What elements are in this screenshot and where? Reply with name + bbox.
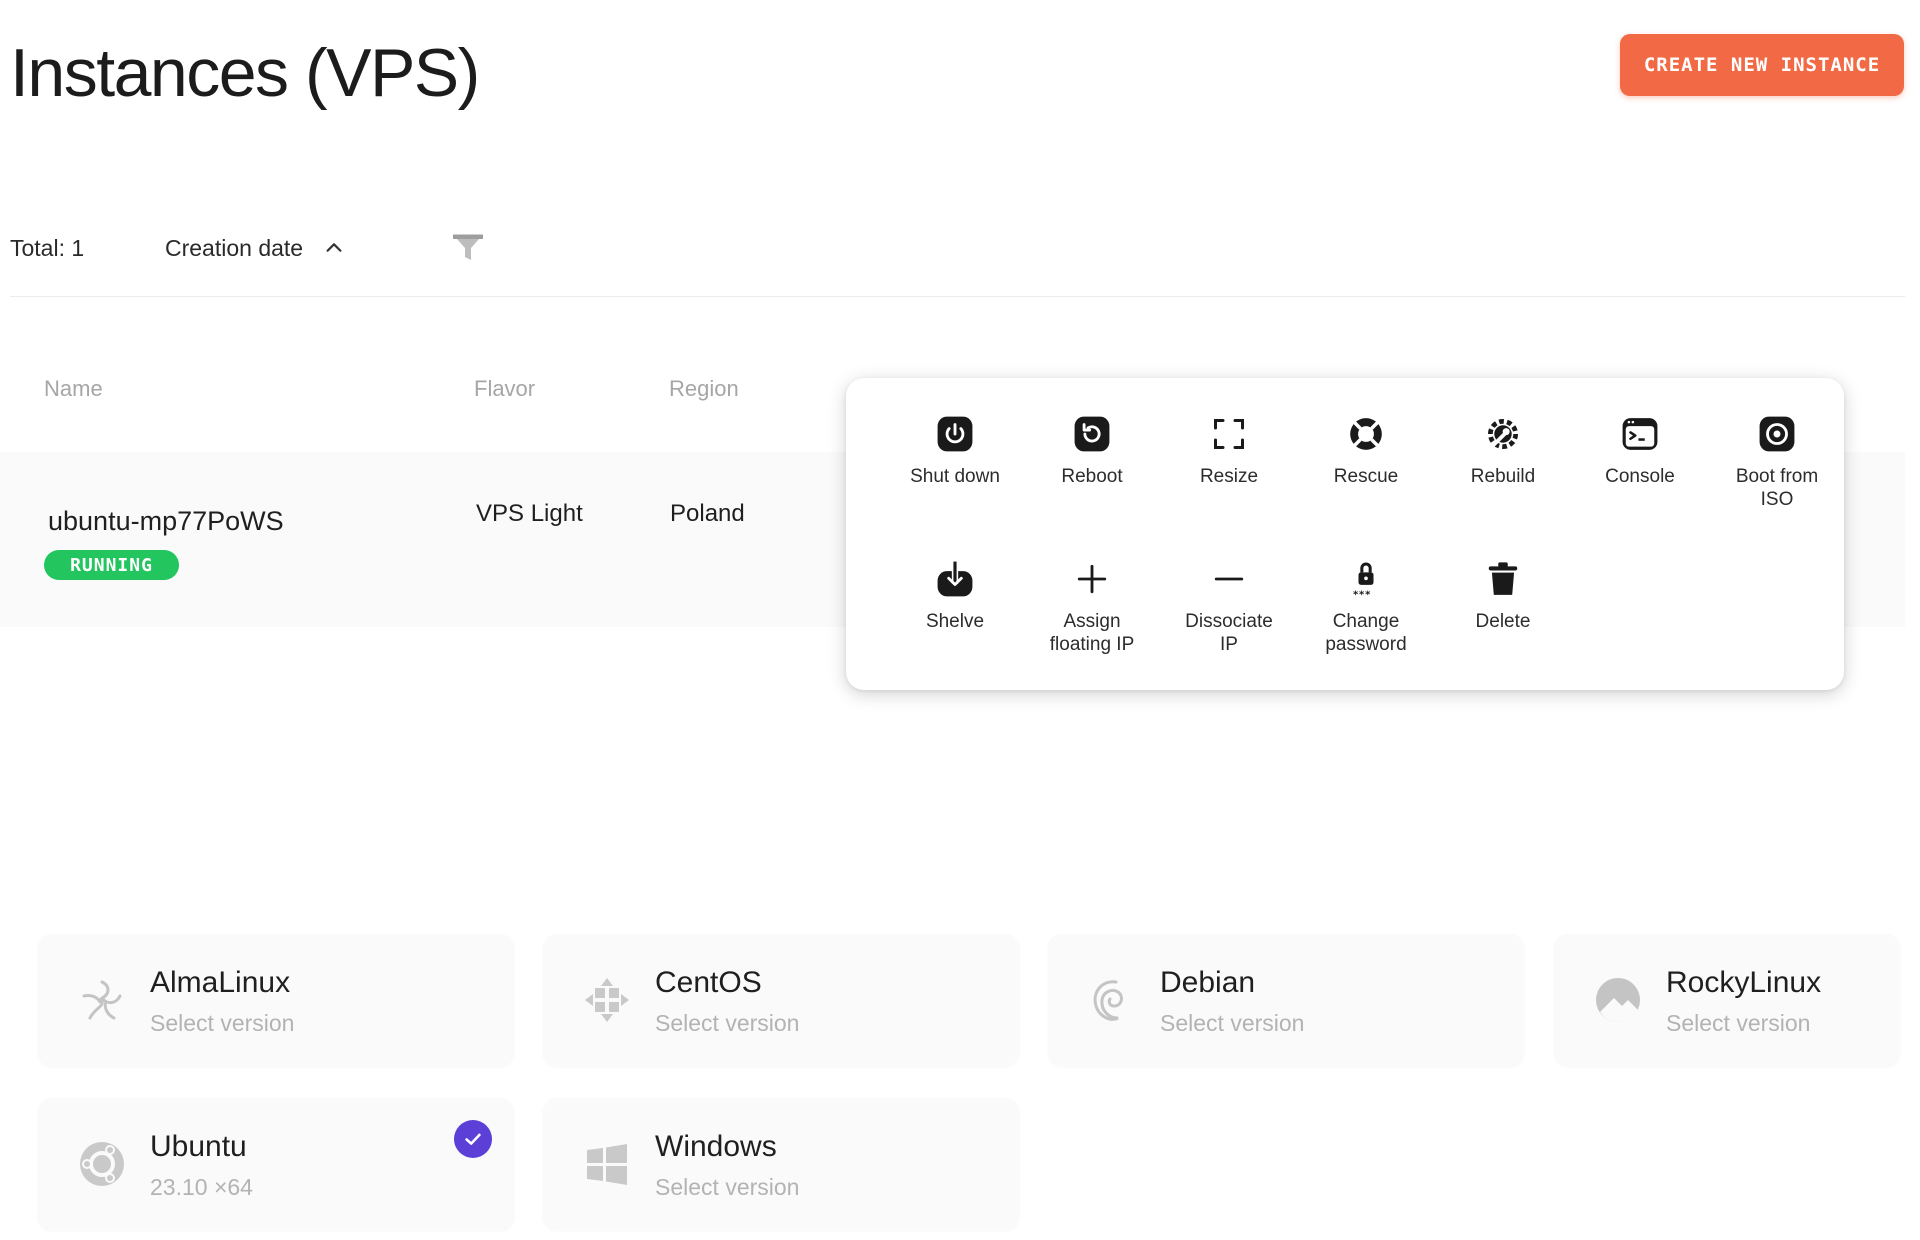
menu-item-label: Console	[1605, 466, 1675, 487]
menu-item-label: Assign floating IP	[1049, 611, 1135, 655]
menu-item-label: Delete	[1475, 611, 1531, 632]
menu-item-resize[interactable]: Resize	[1161, 413, 1297, 488]
lifebuoy-icon	[1345, 413, 1387, 455]
menu-item-delete[interactable]: Delete	[1435, 558, 1571, 633]
rockylinux-icon	[1596, 978, 1640, 1022]
windows-icon	[587, 1144, 627, 1185]
os-name: Ubuntu	[150, 1130, 247, 1163]
os-version-select[interactable]: Select version	[150, 1010, 294, 1037]
resize-icon	[1208, 413, 1250, 455]
column-header-flavor: Flavor	[474, 376, 536, 401]
menu-item-label: Shelve	[925, 611, 985, 632]
menu-item-dissociate-ip[interactable]: Dissociate IP	[1161, 558, 1297, 656]
filter-icon[interactable]	[450, 230, 486, 266]
column-header-region: Region	[669, 376, 739, 401]
reboot-icon	[1071, 413, 1113, 455]
menu-item-shelve[interactable]: Shelve	[887, 558, 1023, 633]
os-name: RockyLinux	[1666, 966, 1822, 999]
list-toolbar: Total: 1 Creation date	[10, 228, 483, 268]
os-name: Windows	[655, 1130, 777, 1163]
os-card-windows[interactable]: Windows Select version	[543, 1098, 1019, 1230]
power-icon	[934, 413, 976, 455]
sort-control[interactable]: Creation date	[165, 235, 345, 262]
svg-text:***: ***	[1353, 589, 1371, 599]
menu-item-label: Boot from ISO	[1735, 466, 1819, 510]
os-name: AlmaLinux	[150, 966, 291, 999]
menu-item-label: Change password	[1325, 611, 1407, 655]
menu-item-rescue[interactable]: Rescue	[1298, 413, 1434, 488]
instance-region: Poland	[670, 500, 745, 527]
os-version-select[interactable]: Select version	[1666, 1010, 1810, 1037]
debian-icon	[1093, 980, 1123, 1021]
create-new-instance-button[interactable]: CREATE NEW INSTANCE	[1620, 34, 1904, 96]
status-badge: RUNNING	[44, 550, 179, 580]
menu-item-label: Dissociate IP	[1185, 611, 1273, 655]
menu-item-boot-from-iso[interactable]: Boot from ISO	[1709, 413, 1845, 511]
toolbar-divider	[10, 296, 1905, 297]
instance-name[interactable]: ubuntu-mp77PoWS	[48, 506, 284, 537]
menu-item-change-password[interactable]: *** Change password	[1298, 558, 1434, 656]
os-version-select[interactable]: 23.10 ×64	[150, 1174, 253, 1201]
menu-item-label: Rebuild	[1470, 466, 1536, 487]
sort-label: Creation date	[165, 234, 304, 261]
os-card-ubuntu[interactable]: Ubuntu 23.10 ×64	[38, 1098, 514, 1230]
shelve-icon	[934, 558, 976, 600]
terminal-icon	[1619, 413, 1661, 455]
menu-item-console[interactable]: Console	[1572, 413, 1708, 488]
menu-item-shut-down[interactable]: Shut down	[887, 413, 1023, 488]
minus-icon	[1208, 558, 1250, 600]
menu-item-label: Reboot	[1061, 466, 1123, 487]
plus-icon	[1071, 558, 1113, 600]
trash-icon	[1482, 558, 1524, 600]
selected-check-icon	[454, 1120, 492, 1158]
disc-icon	[1756, 413, 1798, 455]
os-card-centos[interactable]: CentOS Select version	[543, 934, 1019, 1066]
os-version-select[interactable]: Select version	[1160, 1010, 1304, 1037]
instance-flavor: VPS Light	[476, 500, 583, 527]
os-name: Debian	[1160, 966, 1256, 999]
os-card-almalinux[interactable]: AlmaLinux Select version	[38, 934, 514, 1066]
centos-icon	[585, 978, 629, 1022]
os-name: CentOS	[655, 966, 762, 999]
column-header-name: Name	[44, 376, 103, 401]
ubuntu-icon	[80, 1142, 124, 1186]
os-card-rockylinux[interactable]: RockyLinux Select version	[1554, 934, 1900, 1066]
menu-item-rebuild[interactable]: Rebuild	[1435, 413, 1571, 488]
os-card-debian[interactable]: Debian Select version	[1048, 934, 1524, 1066]
almalinux-icon	[82, 980, 122, 1020]
menu-item-assign-floating-ip[interactable]: Assign floating IP	[1024, 558, 1160, 656]
os-version-select[interactable]: Select version	[655, 1174, 799, 1201]
os-version-select[interactable]: Select version	[655, 1010, 799, 1037]
menu-item-label: Shut down	[910, 466, 1000, 487]
page-title: Instances (VPS)	[10, 35, 480, 111]
instance-actions-menu: Shut down Reboot Resize Rescue Rebuild C…	[846, 378, 1844, 690]
menu-item-label: Rescue	[1333, 466, 1399, 487]
menu-item-reboot[interactable]: Reboot	[1024, 413, 1160, 488]
total-count: Total: 1	[10, 234, 85, 261]
menu-item-label: Resize	[1199, 466, 1259, 487]
lock-icon: ***	[1345, 558, 1387, 600]
chevron-up-icon	[326, 243, 342, 252]
wrench-gear-icon	[1482, 413, 1524, 455]
